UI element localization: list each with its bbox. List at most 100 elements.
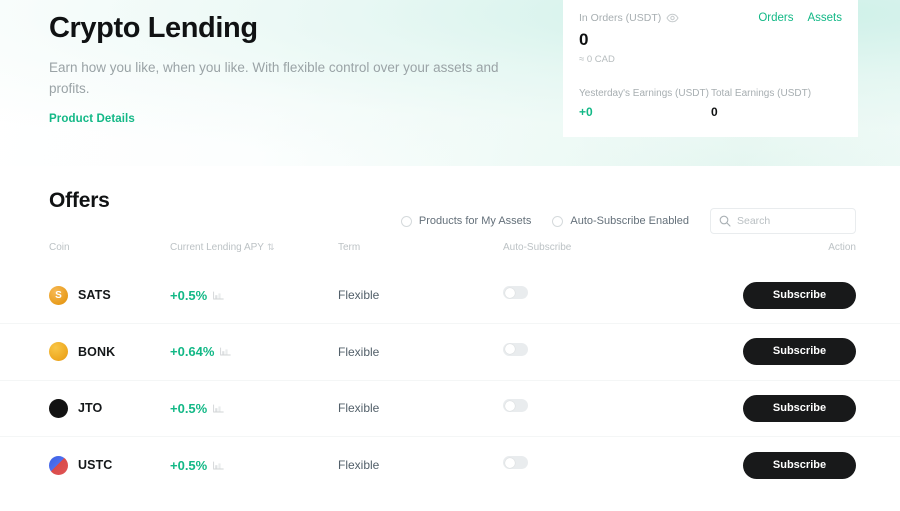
column-header-apy-label: Current Lending APY bbox=[170, 242, 264, 253]
cell-term: Flexible bbox=[338, 267, 503, 324]
bonk-coin-icon bbox=[49, 342, 68, 362]
column-header-term: Term bbox=[338, 242, 361, 253]
earnings-row: Yesterday's Earnings (USDT) +0 Total Ear… bbox=[579, 88, 842, 119]
total-earnings-label: Total Earnings (USDT) bbox=[711, 88, 812, 99]
cell-action: Subscribe bbox=[703, 323, 900, 380]
auto-subscribe-toggle[interactable] bbox=[503, 456, 528, 469]
term-value: Flexible bbox=[338, 288, 380, 302]
cell-term: Flexible bbox=[338, 323, 503, 380]
jto-coin-icon bbox=[49, 398, 68, 418]
cell-action: Subscribe bbox=[703, 436, 900, 493]
apy-value: +0.5% bbox=[170, 400, 208, 416]
table-row: USTC +0.5% Flexible Subscribe bbox=[0, 436, 900, 493]
cell-auto-subscribe bbox=[503, 379, 703, 437]
cell-action: Subscribe bbox=[703, 379, 900, 437]
cell-apy: +0.5% bbox=[170, 436, 338, 493]
sort-toggle-icon[interactable]: ⇅ bbox=[267, 242, 275, 253]
crypto-lending-page: Crypto Lending Earn how you like, when y… bbox=[0, 0, 900, 511]
cell-coin: S SATS bbox=[0, 267, 170, 324]
offers-table-head: Coin Current Lending APY ⇅ Term Auto-Subs… bbox=[0, 236, 900, 267]
radio-unchecked-icon[interactable] bbox=[552, 215, 564, 227]
auto-subscribe-toggle[interactable] bbox=[503, 399, 528, 413]
cell-coin: BONK bbox=[0, 323, 170, 380]
apy-history-chart-icon[interactable] bbox=[213, 404, 224, 413]
search-box[interactable] bbox=[710, 208, 856, 234]
term-value: Flexible bbox=[338, 344, 380, 359]
apy-history-chart-icon[interactable] bbox=[220, 347, 232, 356]
subscribe-button[interactable]: Subscribe bbox=[743, 394, 856, 422]
toggle-knob bbox=[504, 457, 515, 468]
in-orders-value: 0 bbox=[579, 30, 589, 49]
table-header-row: Coin Current Lending APY ⇅ Term Auto-Subs… bbox=[0, 236, 900, 267]
offers-title: Offers bbox=[49, 189, 110, 212]
apy-value: +0.5% bbox=[170, 287, 208, 303]
apy-history-chart-icon[interactable] bbox=[213, 291, 224, 300]
apy-value: +0.5% bbox=[170, 457, 208, 473]
term-value: Flexible bbox=[338, 458, 380, 472]
subscribe-button[interactable]: Subscribe bbox=[743, 451, 856, 479]
cell-apy: +0.5% bbox=[170, 267, 338, 324]
orders-link[interactable]: Orders bbox=[758, 12, 793, 24]
in-orders-label: In Orders (USDT) bbox=[579, 12, 662, 24]
assets-link[interactable]: Assets bbox=[807, 12, 842, 24]
product-details-link[interactable]: Product Details bbox=[49, 113, 135, 125]
cell-auto-subscribe bbox=[503, 436, 703, 493]
in-orders-label-group: In Orders (USDT) bbox=[579, 12, 679, 24]
cell-apy: +0.64% bbox=[170, 323, 338, 380]
coin-name: SATS bbox=[78, 288, 111, 302]
filter-products-for-my-assets[interactable]: Products for My Assets bbox=[400, 215, 532, 227]
auto-subscribe-toggle[interactable] bbox=[503, 342, 528, 356]
total-earnings-group: Total Earnings (USDT) 0 bbox=[711, 88, 811, 119]
column-header-apy[interactable]: Current Lending APY ⇅ bbox=[170, 236, 338, 267]
coin-name: USTC bbox=[78, 458, 113, 472]
cell-coin: JTO bbox=[0, 379, 170, 437]
column-header-auto-subscribe: Auto-Subscribe bbox=[503, 242, 572, 253]
radio-unchecked-icon[interactable] bbox=[400, 215, 412, 227]
term-value: Flexible bbox=[338, 401, 380, 416]
cell-term: Flexible bbox=[338, 379, 503, 437]
filter-auto-subscribe-enabled[interactable]: Auto-Subscribe Enabled bbox=[552, 215, 689, 227]
cell-coin: USTC bbox=[0, 436, 170, 493]
cell-action: Subscribe bbox=[703, 267, 900, 324]
table-row: BONK +0.64% Flexible Subscribe bbox=[0, 323, 900, 380]
offers-filters: Products for My Assets Auto-Subscribe En… bbox=[400, 208, 856, 234]
coin-name: JTO bbox=[78, 401, 103, 416]
sats-coin-icon: S bbox=[49, 285, 68, 305]
yesterday-earnings-label: Yesterday's Earnings (USDT) bbox=[579, 88, 709, 99]
hero-content: Crypto Lending Earn how you like, when y… bbox=[49, 8, 569, 127]
toggle-knob bbox=[504, 287, 515, 298]
page-title: Crypto Lending bbox=[49, 12, 258, 44]
filter-auto-subscribe-label: Auto-Subscribe Enabled bbox=[570, 215, 689, 227]
toggle-knob bbox=[504, 400, 515, 411]
cell-auto-subscribe bbox=[503, 267, 703, 324]
auto-subscribe-toggle[interactable] bbox=[503, 286, 528, 299]
subscribe-button[interactable]: Subscribe bbox=[743, 338, 856, 366]
search-icon bbox=[719, 215, 731, 227]
cell-term: Flexible bbox=[338, 436, 503, 493]
summary-top-row: In Orders (USDT) Orders Assets bbox=[579, 12, 842, 24]
table-row: JTO +0.5% Flexible Subscribe bbox=[0, 379, 900, 437]
offers-section: Offers Products for My Assets Auto-Subsc… bbox=[0, 166, 900, 493]
apy-value: +0.64% bbox=[170, 344, 215, 360]
yesterday-earnings-value: +0 bbox=[579, 105, 593, 119]
offers-header: Offers Products for My Assets Auto-Subsc… bbox=[0, 166, 900, 236]
column-header-action: Action bbox=[828, 242, 856, 253]
toggle-knob bbox=[504, 344, 515, 355]
total-earnings-value: 0 bbox=[711, 105, 718, 119]
cell-auto-subscribe bbox=[503, 323, 703, 380]
filter-products-label: Products for My Assets bbox=[418, 215, 532, 227]
subscribe-button[interactable]: Subscribe bbox=[743, 281, 856, 309]
hero-banner: Crypto Lending Earn how you like, when y… bbox=[0, 0, 900, 166]
yesterday-earnings-group: Yesterday's Earnings (USDT) +0 bbox=[579, 88, 711, 119]
table-row: S SATS +0.5% Flexible Subscribe bbox=[0, 267, 900, 324]
search-input[interactable] bbox=[737, 215, 847, 227]
ustc-coin-icon bbox=[49, 455, 68, 475]
offers-table-body: S SATS +0.5% Flexible Subscribe BONK +0.… bbox=[0, 267, 900, 493]
apy-history-chart-icon[interactable] bbox=[213, 461, 224, 470]
coin-name: BONK bbox=[78, 344, 116, 359]
offers-table: Coin Current Lending APY ⇅ Term Auto-Subs… bbox=[0, 236, 900, 493]
account-summary-card: In Orders (USDT) Orders Assets 0 ≈ 0 CAD bbox=[563, 0, 858, 137]
column-header-coin: Coin bbox=[49, 242, 70, 253]
eye-icon[interactable] bbox=[666, 13, 679, 23]
cell-apy: +0.5% bbox=[170, 379, 338, 437]
